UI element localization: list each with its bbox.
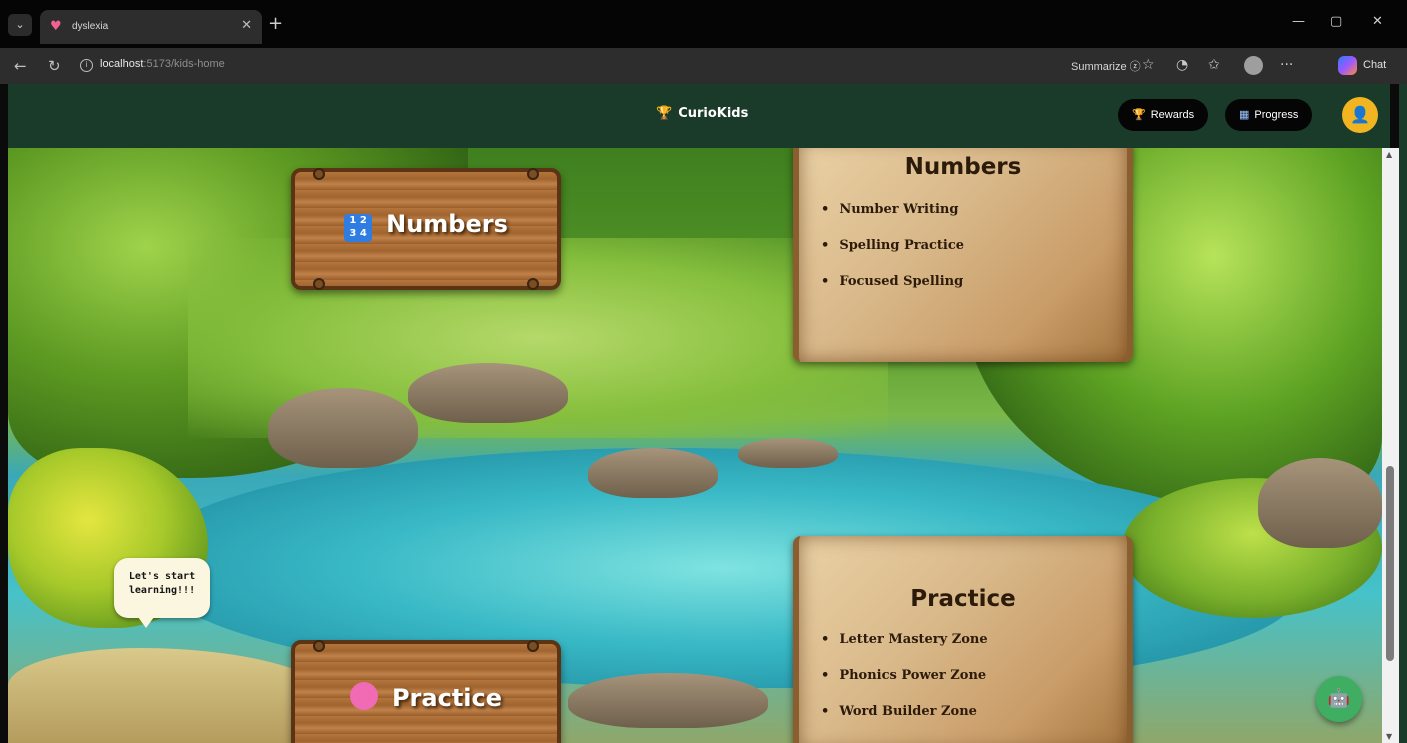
- rock: [408, 363, 568, 423]
- brand-name: CurioKids: [678, 106, 749, 121]
- scroll-down-icon[interactable]: ▼: [1386, 732, 1392, 741]
- profile-icon[interactable]: [1244, 56, 1263, 75]
- activity-word-builder-zone[interactable]: Word Builder Zone: [821, 694, 1127, 730]
- numbers-sign-button[interactable]: 1 23 4 Numbers: [291, 168, 561, 290]
- chart-icon: ▦: [1239, 109, 1250, 121]
- site-info-icon[interactable]: i: [80, 59, 93, 72]
- url-field[interactable]: localhost:5173/kids-home: [100, 58, 225, 70]
- activity-number-writing[interactable]: Number Writing: [821, 192, 1127, 228]
- tab-actions-chevron-icon[interactable]: ⌄: [8, 14, 32, 36]
- practice-sign-label: Practice: [391, 684, 503, 712]
- chatbot-button[interactable]: 🤖: [1316, 676, 1362, 722]
- numbers-activity-list: Number Writing Spelling Practice Focused…: [799, 192, 1127, 300]
- speech-line-2: learning!!!: [128, 585, 196, 596]
- url-host: localhost: [100, 58, 144, 70]
- more-options-icon[interactable]: ···: [1280, 57, 1293, 73]
- brand-logo[interactable]: 🏆 CurioKids: [656, 106, 748, 121]
- refresh-icon[interactable]: ↻: [48, 57, 61, 75]
- summarize-label: Summarize: [1071, 61, 1127, 73]
- practice-panel: Practice Letter Mastery Zone Phonics Pow…: [793, 536, 1133, 743]
- browser-tab-bar: ⌄ ♥ dyslexia ✕ + — ▢ ✕: [0, 0, 1407, 48]
- rope-knot: [313, 168, 325, 180]
- activity-letter-mastery-zone[interactable]: Letter Mastery Zone: [821, 622, 1127, 658]
- tab-title: dyslexia: [72, 21, 109, 32]
- number-blocks-icon: 1 23 4: [344, 214, 373, 242]
- practice-activity-list: Letter Mastery Zone Phonics Power Zone W…: [799, 622, 1127, 730]
- forest-scene: 1 23 4 Numbers Practice Numbers Number Wr…: [8, 148, 1382, 743]
- header-edge: [1399, 84, 1407, 743]
- favorite-star-icon[interactable]: ☆: [1142, 57, 1155, 73]
- close-window-button[interactable]: ✕: [1372, 14, 1383, 29]
- numbers-panel: Numbers Number Writing Spelling Practice…: [793, 148, 1133, 362]
- browser-tab[interactable]: ♥ dyslexia ✕: [40, 10, 262, 44]
- rewards-label: Rewards: [1150, 109, 1195, 121]
- rock: [738, 438, 838, 468]
- rope-knot: [527, 278, 539, 290]
- chat-label[interactable]: Chat: [1363, 59, 1386, 71]
- chatbot-icon: 🤖: [1327, 688, 1351, 709]
- stone-path: [8, 648, 338, 743]
- rope-knot: [527, 640, 539, 652]
- rock: [588, 448, 718, 498]
- scroll-thumb[interactable]: [1386, 466, 1394, 661]
- rope-knot: [527, 168, 539, 180]
- extensions-icon[interactable]: ◔: [1176, 57, 1188, 73]
- back-arrow-icon[interactable]: ←: [14, 57, 27, 75]
- practice-sign-button[interactable]: Practice: [291, 640, 561, 743]
- favorites-icon[interactable]: ✩: [1208, 57, 1220, 73]
- minimize-button[interactable]: —: [1292, 14, 1305, 29]
- summarize-button[interactable]: Summarize ⓩ: [1071, 58, 1141, 74]
- rock: [1258, 458, 1382, 548]
- progress-label: Progress: [1254, 109, 1299, 121]
- rope-knot: [313, 640, 325, 652]
- speech-line-1: Let's start: [128, 571, 196, 582]
- trophy-icon: 🏆: [1132, 109, 1146, 121]
- numbers-panel-title: Numbers: [904, 154, 1022, 180]
- rock: [568, 673, 768, 728]
- rock: [268, 388, 418, 468]
- progress-button[interactable]: ▦ Progress: [1225, 99, 1313, 131]
- scroll-up-icon[interactable]: ▲: [1386, 150, 1392, 159]
- activity-spelling-practice[interactable]: Spelling Practice: [821, 228, 1127, 264]
- activity-focused-spelling[interactable]: Focused Spelling: [821, 264, 1127, 300]
- practice-panel-title: Practice: [910, 586, 1016, 612]
- tab-close-icon[interactable]: ✕: [241, 18, 252, 33]
- page-scrollbar[interactable]: ▲ ▼: [1382, 148, 1399, 743]
- copilot-icon[interactable]: [1338, 56, 1357, 75]
- brain-icon: [349, 682, 378, 710]
- rewards-button[interactable]: 🏆 Rewards: [1118, 99, 1209, 131]
- numbers-sign-label: Numbers: [386, 210, 508, 238]
- trophy-icon: 🏆: [656, 106, 673, 121]
- app-header: 🏆 CurioKids 🏆 Rewards ▦ Progress 👤: [8, 84, 1390, 148]
- url-path: :5173/kids-home: [143, 58, 225, 70]
- rope-knot: [313, 278, 325, 290]
- favicon-icon: ♥: [50, 19, 62, 34]
- mascot-speech-bubble: Let's start learning!!!: [114, 558, 210, 628]
- new-tab-button[interactable]: +: [268, 13, 283, 34]
- address-bar: ← ↻ i localhost:5173/kids-home Summarize…: [0, 48, 1407, 84]
- user-avatar-icon[interactable]: 👤: [1342, 97, 1378, 133]
- activity-phonics-power-zone[interactable]: Phonics Power Zone: [821, 658, 1127, 694]
- maximize-button[interactable]: ▢: [1330, 14, 1342, 29]
